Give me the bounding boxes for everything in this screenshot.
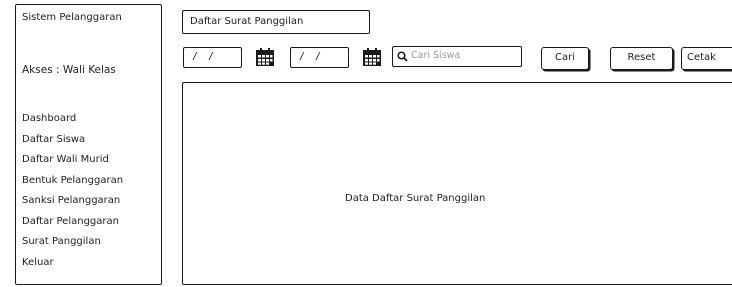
access-label: Akses : Wali Kelas [22,64,116,76]
sidebar: Sistem Pelanggaran Akses : Wali Kelas Da… [15,4,162,285]
sidebar-item-bentuk-pelanggaran[interactable]: Bentuk Pelanggaran [22,171,123,192]
content-placeholder: Data Daftar Surat Panggilan [345,193,486,204]
sidebar-item-keluar[interactable]: Keluar [22,253,123,274]
sidebar-item-daftar-siswa[interactable]: Daftar Siswa [22,130,123,151]
reset-button[interactable]: Reset [610,47,673,70]
cari-button[interactable]: Cari [541,47,589,70]
app-title: Sistem Pelanggaran [22,12,122,23]
sidebar-item-surat-panggilan[interactable]: Surat Panggilan [22,232,123,253]
search-input[interactable]: Cari Siswa [392,46,522,67]
sidebar-item-dashboard[interactable]: Dashboard [22,109,123,130]
cetak-button[interactable]: Cetak [681,47,732,70]
sidebar-menu: Dashboard Daftar Siswa Daftar Wali Murid… [22,109,123,273]
sidebar-item-daftar-wali-murid[interactable]: Daftar Wali Murid [22,150,123,171]
search-placeholder: Cari Siswa [411,50,461,61]
sidebar-item-daftar-pelanggaran[interactable]: Daftar Pelanggaran [22,212,123,233]
sidebar-item-sanksi-pelanggaran[interactable]: Sanksi Pelanggaran [22,191,123,212]
page-title: Daftar Surat Panggilan [182,10,370,34]
calendar-icon[interactable] [255,47,275,67]
calendar-icon[interactable] [362,47,382,67]
date-to-input[interactable]: / / [290,47,349,68]
search-icon [397,51,408,62]
date-from-input[interactable]: / / [183,47,242,68]
content-panel: Data Daftar Surat Panggilan [182,82,732,285]
